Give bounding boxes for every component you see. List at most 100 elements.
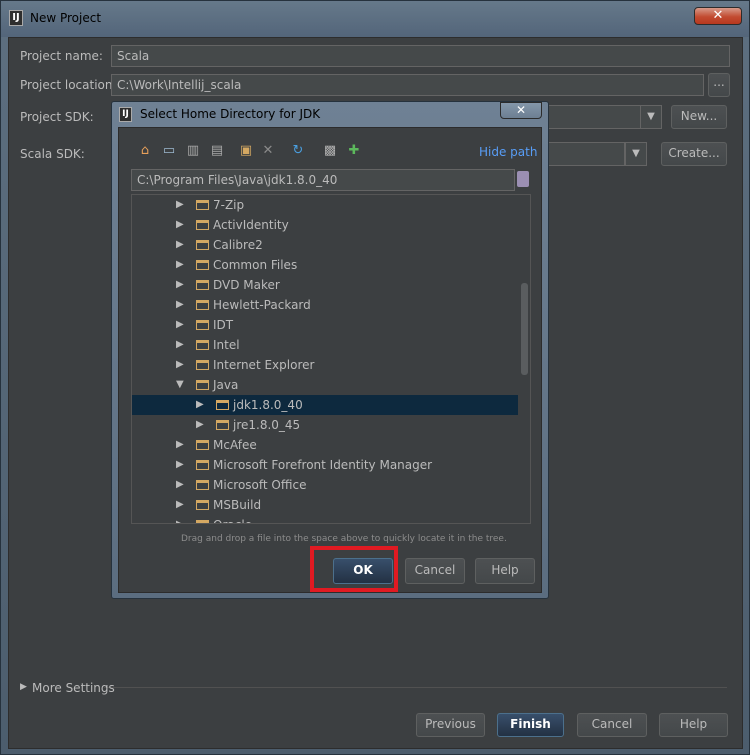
folder-icon	[196, 460, 209, 470]
tree-row[interactable]: ▶ Microsoft Forefront Identity Manager	[132, 455, 518, 475]
tree-row[interactable]: ▶ Common Files	[132, 255, 518, 275]
expand-arrow-icon[interactable]: ▶	[176, 275, 184, 295]
path-history-icon[interactable]	[517, 171, 529, 187]
new-folder-icon[interactable]: ▣	[237, 142, 255, 160]
select-jdk-dialog: IJ Select Home Directory for JDK ✕ ⌂ ▭ ▥…	[111, 101, 549, 599]
tree-row[interactable]: ▶ IDT	[132, 315, 518, 335]
drag-drop-hint: Drag and drop a file into the space abov…	[181, 534, 507, 544]
tree-row-label: Microsoft Forefront Identity Manager	[213, 458, 433, 472]
tree-row[interactable]: ▶ 7-Zip	[132, 195, 518, 215]
folder-icon	[196, 440, 209, 450]
tree-row[interactable]: ▶ MSBuild	[132, 495, 518, 515]
tree-row[interactable]: ▶ Oracle	[132, 515, 518, 523]
module-icon[interactable]: ▤	[208, 142, 226, 160]
project-sdk-dropdown-icon[interactable]: ▼	[640, 105, 662, 129]
tree-row[interactable]: ▶ McAfee	[132, 435, 518, 455]
more-settings-toggle[interactable]: More Settings	[32, 681, 115, 695]
dialog-cancel-button[interactable]: Cancel	[405, 558, 465, 584]
expand-arrow-icon[interactable]: ▶	[176, 515, 184, 523]
folder-icon	[196, 280, 209, 290]
desktop-icon[interactable]: ▭	[160, 142, 178, 160]
dialog-title: Select Home Directory for JDK	[140, 107, 321, 121]
project-location-input[interactable]: C:\Work\Intellij_scala	[111, 74, 704, 96]
tree-row-label: IDT	[213, 318, 234, 332]
folder-icon	[196, 480, 209, 490]
collapse-arrow-icon[interactable]: ▼	[176, 375, 184, 395]
tree-row-label: jre1.8.0_45	[233, 418, 301, 432]
scala-sdk-dropdown-icon[interactable]: ▼	[625, 142, 647, 166]
tree-row-label: Common Files	[213, 258, 298, 272]
tree-row-label: DVD Maker	[213, 278, 280, 292]
tree-row[interactable]: ▼ Java	[132, 375, 518, 395]
project-icon[interactable]: ▥	[184, 142, 202, 160]
window-titlebar[interactable]: IJ New Project ✕	[1, 1, 749, 37]
expand-arrow-icon[interactable]: ▶	[176, 215, 184, 235]
path-input[interactable]: C:\Program Files\Java\jdk1.8.0_40	[131, 169, 515, 191]
directory-tree[interactable]: ▶ 7-Zip ▶ ActivIdentity ▶ Calibre2 ▶ Common Fil…	[131, 194, 531, 524]
tree-row[interactable]: ▶ Microsoft Office	[132, 475, 518, 495]
intellij-dialog-icon: IJ	[119, 107, 132, 122]
tree-row-label: Oracle	[213, 518, 252, 523]
tree-row[interactable]: ▶ jdk1.8.0_40	[132, 395, 518, 415]
finish-button[interactable]: Finish	[497, 713, 564, 737]
project-location-label: Project location:	[20, 78, 117, 92]
expand-arrow-icon[interactable]: ▶	[176, 355, 184, 375]
expand-arrow-icon[interactable]: ▶	[176, 335, 184, 355]
browse-location-button[interactable]: ...	[708, 73, 730, 97]
delete-icon[interactable]: ✕	[259, 142, 277, 160]
tree-row[interactable]: ▶ Calibre2	[132, 235, 518, 255]
expand-arrow-icon[interactable]: ▶	[176, 295, 184, 315]
expand-arrow-icon[interactable]: ▶	[176, 435, 184, 455]
window-title: New Project	[30, 11, 102, 25]
expand-arrow-icon[interactable]: ▶	[176, 455, 184, 475]
project-name-label: Project name:	[20, 49, 103, 63]
previous-button[interactable]: Previous	[416, 713, 485, 737]
folder-icon	[196, 200, 209, 210]
tree-row[interactable]: ▶ jre1.8.0_45	[132, 415, 518, 435]
tree-row-label: Hewlett-Packard	[213, 298, 311, 312]
tree-scrollbar[interactable]	[521, 283, 528, 375]
expand-arrow-icon[interactable]: ▶	[176, 195, 184, 215]
folder-icon	[196, 360, 209, 370]
dialog-close-button[interactable]: ✕	[500, 102, 542, 119]
folder-icon	[216, 400, 229, 410]
expand-arrow-icon[interactable]: ▶	[176, 255, 184, 275]
intellij-app-icon: IJ	[9, 10, 23, 26]
tree-row-label: jdk1.8.0_40	[233, 398, 303, 412]
project-sdk-label: Project SDK:	[20, 110, 94, 124]
add-icon[interactable]: ✚	[345, 142, 363, 160]
scala-sdk-label: Scala SDK:	[20, 147, 85, 161]
folder-icon	[196, 260, 209, 270]
tree-row-label: Microsoft Office	[213, 478, 307, 492]
home-icon[interactable]: ⌂	[136, 142, 154, 160]
tree-row-label: Intel	[213, 338, 240, 352]
folder-icon	[196, 500, 209, 510]
tree-row[interactable]: ▶ Hewlett-Packard	[132, 295, 518, 315]
expand-arrow-icon[interactable]: ▶	[176, 475, 184, 495]
sdk-new-button[interactable]: New...	[671, 105, 727, 129]
folder-icon	[196, 220, 209, 230]
tree-row[interactable]: ▶ DVD Maker	[132, 275, 518, 295]
window-close-button[interactable]: ✕	[694, 7, 742, 25]
refresh-icon[interactable]: ↻	[289, 142, 307, 160]
folder-icon	[196, 240, 209, 250]
hide-path-link[interactable]: Hide path	[479, 145, 537, 159]
expand-arrow-icon[interactable]: ▶	[20, 682, 27, 692]
tree-row[interactable]: ▶ Internet Explorer	[132, 355, 518, 375]
scala-create-button[interactable]: Create...	[661, 142, 727, 166]
expand-arrow-icon[interactable]: ▶	[196, 395, 204, 415]
cancel-button[interactable]: Cancel	[577, 713, 647, 737]
dialog-help-button[interactable]: Help	[475, 558, 535, 584]
help-button[interactable]: Help	[659, 713, 728, 737]
show-hidden-icon[interactable]: ▩	[321, 142, 339, 160]
expand-arrow-icon[interactable]: ▶	[176, 495, 184, 515]
tree-row[interactable]: ▶ ActivIdentity	[132, 215, 518, 235]
expand-arrow-icon[interactable]: ▶	[176, 235, 184, 255]
project-name-input[interactable]: Scala	[111, 45, 730, 67]
dialog-body: ⌂ ▭ ▥ ▤ ▣ ✕ ↻ ▩ ✚ Hide path C:\Program F…	[118, 127, 542, 593]
expand-arrow-icon[interactable]: ▶	[176, 315, 184, 335]
folder-icon	[196, 320, 209, 330]
ok-highlight-box	[310, 546, 398, 592]
tree-row[interactable]: ▶ Intel	[132, 335, 518, 355]
expand-arrow-icon[interactable]: ▶	[196, 415, 204, 435]
